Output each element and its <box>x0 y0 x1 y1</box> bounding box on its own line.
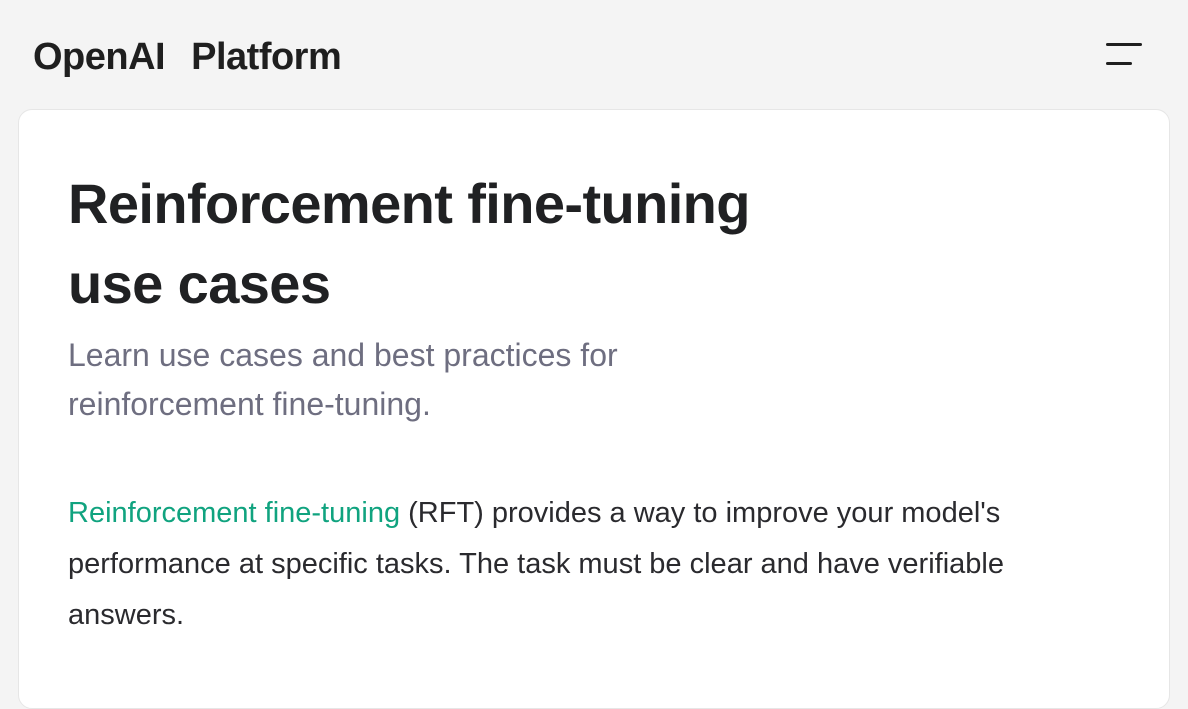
top-bar: OpenAI Platform <box>0 0 1188 108</box>
brand-logo[interactable]: OpenAI Platform <box>33 34 342 80</box>
brand-platform: Platform <box>191 36 342 78</box>
menu-icon <box>1106 43 1142 65</box>
rft-link[interactable]: Reinforcement fine-tuning <box>68 497 400 529</box>
content-card: Reinforcement fine-tuning use cases Lear… <box>18 109 1170 709</box>
brand-openai: OpenAI <box>33 36 166 78</box>
intro-paragraph: Reinforcement fine-tuning (RFT) provides… <box>68 488 1128 641</box>
page-title: Reinforcement fine-tuning use cases <box>68 172 750 315</box>
page-subtitle: Learn use cases and best practices for r… <box>68 337 618 422</box>
menu-button[interactable] <box>1100 38 1148 72</box>
